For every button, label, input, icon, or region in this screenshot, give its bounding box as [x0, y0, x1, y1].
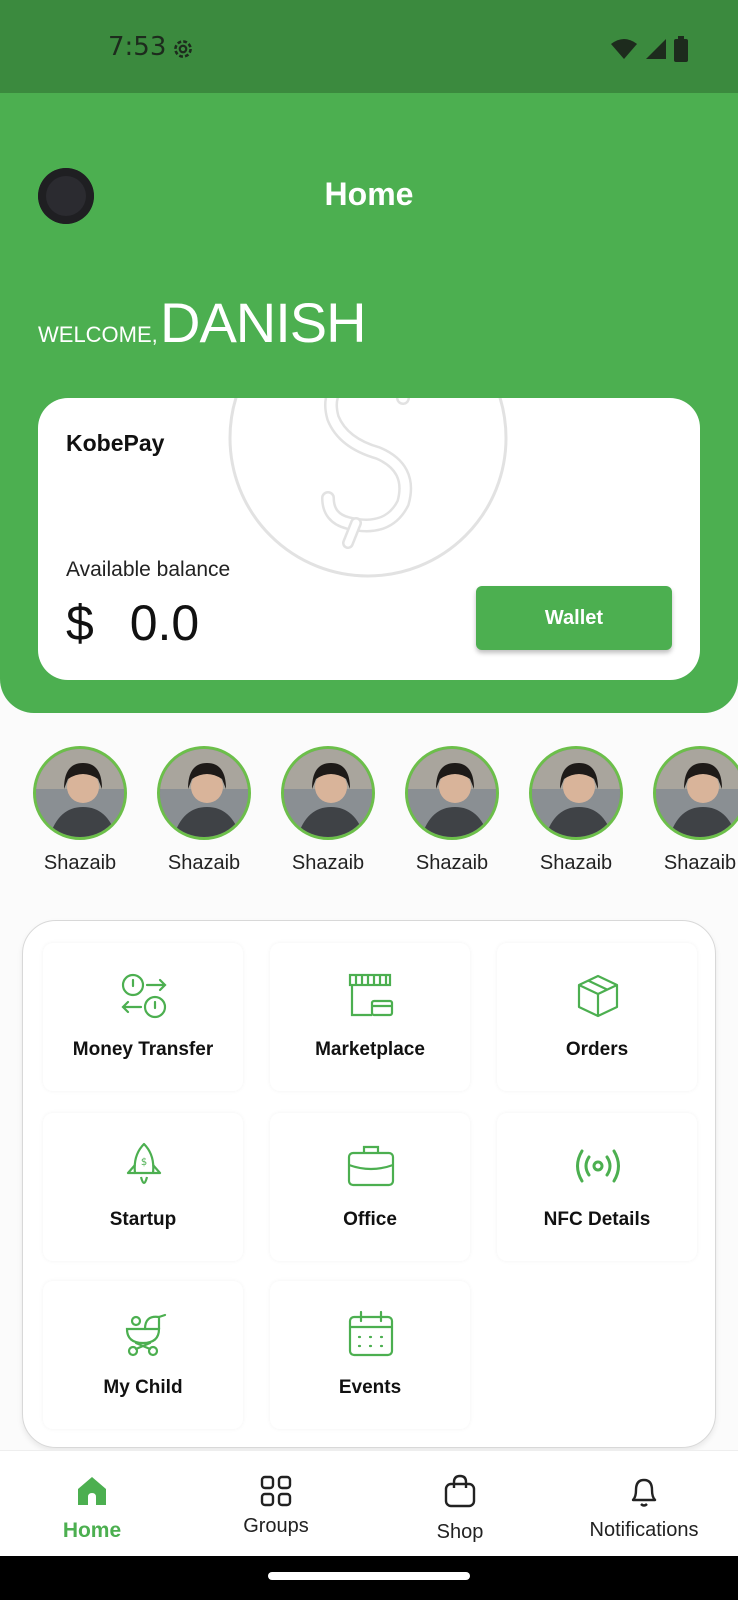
- menu-office[interactable]: Office: [270, 1113, 470, 1261]
- contact-item[interactable]: Shazaib: [18, 746, 142, 875]
- balance-amount: $ 0.0: [66, 594, 199, 652]
- contact-item[interactable]: Shazaib: [266, 746, 390, 875]
- contact-item[interactable]: Shazaib: [390, 746, 514, 875]
- nav-label: Groups: [243, 1515, 309, 1537]
- contact-avatar: [529, 746, 623, 840]
- contact-name: Shazaib: [539, 852, 613, 874]
- wallet-button[interactable]: Wallet: [476, 586, 672, 650]
- briefcase-icon: [347, 1145, 395, 1187]
- contact-item[interactable]: Shazaib: [514, 746, 638, 875]
- contact-name: Shazaib: [415, 852, 489, 874]
- menu-label: Money Transfer: [72, 1039, 214, 1060]
- page-title: Home: [324, 176, 414, 212]
- contact-avatar: [157, 746, 251, 840]
- contact-item[interactable]: Shazaib: [638, 746, 738, 875]
- svg-text:$: $: [141, 1157, 147, 1168]
- menu-marketplace[interactable]: Marketplace: [270, 943, 470, 1091]
- money-transfer-icon: [121, 973, 167, 1019]
- menu-label: Orders: [565, 1039, 629, 1060]
- balance-card: KobePay Available balance $ 0.0 Wallet: [38, 398, 700, 680]
- menu-my-child[interactable]: My Child: [43, 1281, 243, 1429]
- nav-groups[interactable]: Groups: [184, 1451, 368, 1557]
- home-indicator[interactable]: [268, 1572, 470, 1580]
- menu-orders[interactable]: Orders: [497, 943, 697, 1091]
- menu-label: NFC Details: [543, 1209, 651, 1230]
- dollar-watermark-icon: [228, 398, 508, 578]
- menu-label: Marketplace: [315, 1039, 425, 1060]
- nav-label: Shop: [436, 1521, 484, 1543]
- menu-label: My Child: [103, 1377, 183, 1398]
- status-bar: 7:53: [0, 0, 738, 93]
- contact-avatar: [281, 746, 375, 840]
- contact-name: Shazaib: [291, 852, 365, 874]
- contact-name: Shazaib: [167, 852, 241, 874]
- grid-icon: [260, 1475, 292, 1507]
- box-icon: [577, 974, 619, 1018]
- store-icon: [348, 973, 394, 1017]
- status-icons: [610, 36, 688, 62]
- menu-label: Office: [343, 1209, 397, 1230]
- status-time: 7:53: [108, 32, 167, 62]
- nfc-icon: [576, 1149, 620, 1183]
- menu-money-transfer[interactable]: Money Transfer: [43, 943, 243, 1091]
- menu-nfc-details[interactable]: NFC Details: [497, 1113, 697, 1261]
- nav-label: Home: [62, 1519, 122, 1542]
- nav-label: Notifications: [589, 1519, 699, 1541]
- system-nav-bar: [0, 1556, 738, 1600]
- signal-icon: [646, 39, 666, 59]
- username: DANISH: [160, 291, 367, 354]
- menu-label: Events: [338, 1377, 402, 1398]
- nav-home[interactable]: Home: [0, 1451, 184, 1557]
- balance-value: 0.0: [129, 595, 200, 651]
- nav-notifications[interactable]: Notifications: [552, 1451, 736, 1557]
- shopping-bag-icon: [444, 1474, 476, 1508]
- brand-name: KobePay: [66, 430, 165, 456]
- bottom-nav: Home Groups Shop Notifications: [0, 1450, 738, 1556]
- stroller-icon: [125, 1313, 167, 1357]
- contact-avatar: [653, 746, 738, 840]
- bell-icon: [631, 1478, 657, 1507]
- contact-avatar: [405, 746, 499, 840]
- contact-avatar: [33, 746, 127, 840]
- contact-name: Shazaib: [663, 852, 737, 874]
- battery-icon: [674, 36, 688, 62]
- menu-startup[interactable]: $ Startup: [43, 1113, 243, 1261]
- wifi-icon: [611, 39, 637, 59]
- menu-label: Startup: [109, 1209, 177, 1230]
- contact-name: Shazaib: [43, 852, 117, 874]
- nav-shop[interactable]: Shop: [368, 1451, 552, 1557]
- welcome-label: WELCOME,: [38, 322, 158, 347]
- menu-events[interactable]: Events: [270, 1281, 470, 1429]
- contact-item[interactable]: Shazaib: [142, 746, 266, 875]
- currency-symbol: $: [66, 595, 94, 651]
- calendar-icon: [348, 1310, 394, 1357]
- rocket-icon: $: [126, 1142, 162, 1185]
- services-menu: Money Transfer Marketplace Orders $ Star…: [22, 920, 716, 1448]
- balance-label: Available balance: [66, 558, 231, 581]
- settings-gear-icon: [174, 40, 192, 58]
- home-icon: [78, 1477, 106, 1505]
- contacts-row: Shazaib Shazaib Shazaib Shazaib Shazaib …: [0, 746, 738, 886]
